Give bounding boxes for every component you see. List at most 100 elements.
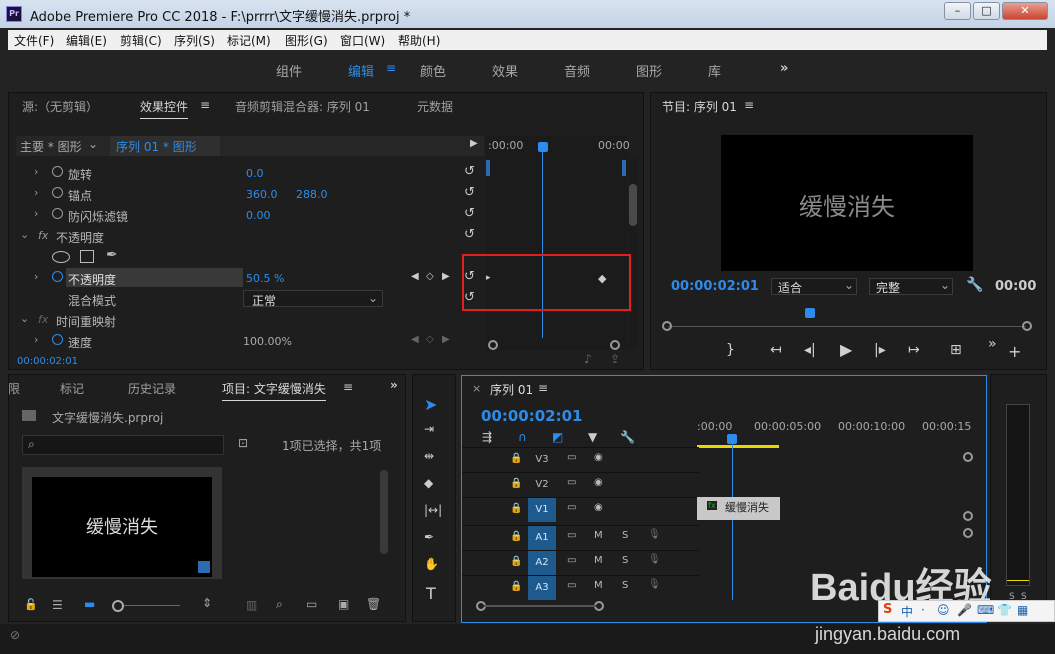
program-title[interactable]: 节目: 序列 01 bbox=[662, 98, 737, 118]
slip-tool-icon[interactable]: |↔| bbox=[424, 503, 442, 517]
seq-clip-label[interactable]: 序列 01 * 图形 bbox=[116, 138, 197, 155]
menu-help[interactable]: 帮助(H) bbox=[398, 32, 440, 49]
stopwatch-icon[interactable] bbox=[52, 187, 63, 198]
prop-value[interactable]: 0.00 bbox=[246, 209, 271, 222]
menu-window[interactable]: 窗口(W) bbox=[340, 32, 385, 49]
play-arrow-icon[interactable]: ▶ bbox=[470, 138, 478, 149]
scroll-handle-left[interactable] bbox=[488, 340, 498, 350]
prev-keyframe-icon[interactable]: ◀ bbox=[411, 334, 419, 345]
ime-logo-icon[interactable]: S bbox=[883, 602, 892, 617]
render-status-icon[interactable]: ⊘ bbox=[10, 628, 20, 642]
track-label[interactable]: A3 bbox=[528, 576, 556, 600]
v-scroll-handle[interactable] bbox=[963, 511, 973, 521]
eye-icon[interactable]: ◉ bbox=[594, 452, 603, 463]
close-tab-icon[interactable]: × bbox=[472, 382, 481, 395]
sequence-tab[interactable]: 序列 01 bbox=[490, 381, 533, 398]
ime-keyboard-icon[interactable]: ⌨ bbox=[977, 603, 994, 617]
chevron-down-icon[interactable]: ⌄ bbox=[88, 137, 98, 151]
menu-file[interactable]: 文件(F) bbox=[14, 32, 54, 49]
program-preview[interactable]: 缓慢消失 bbox=[721, 135, 973, 271]
stopwatch-icon[interactable] bbox=[52, 166, 63, 177]
workspace-effects[interactable]: 效果 bbox=[492, 61, 518, 80]
new-item-icon[interactable]: ▣ bbox=[338, 597, 349, 611]
export-icon[interactable]: ⇪ bbox=[610, 352, 620, 366]
stopwatch-icon[interactable] bbox=[52, 334, 63, 345]
mic-icon[interactable]: 🎙 bbox=[648, 554, 661, 565]
tab-project[interactable]: 项目: 文字缓慢消失 bbox=[222, 380, 326, 401]
panel-menu-icon[interactable]: ≡ bbox=[744, 98, 754, 112]
tab-audio-mixer[interactable]: 音频剪辑混合器: 序列 01 bbox=[235, 98, 370, 115]
mark-out-icon[interactable]: } bbox=[726, 342, 735, 358]
new-search-bin-icon[interactable]: ⊡ bbox=[238, 436, 248, 450]
workspace-color[interactable]: 颜色 bbox=[420, 61, 446, 80]
quality-select[interactable]: 完整 ⌄ bbox=[869, 278, 953, 295]
program-playhead[interactable] bbox=[805, 308, 815, 318]
solo-button[interactable]: S bbox=[622, 555, 628, 566]
workspace-graphics[interactable]: 图形 bbox=[636, 61, 662, 80]
selection-tool-icon[interactable]: ➤ bbox=[424, 395, 437, 414]
workspace-menu-icon[interactable]: ≡ bbox=[386, 61, 396, 75]
sort-icon[interactable]: ⇕ bbox=[202, 596, 212, 610]
solo-button[interactable]: S bbox=[622, 530, 628, 541]
solo-button[interactable]: S bbox=[622, 580, 628, 591]
blend-mode-select[interactable]: 正常 ⌄ bbox=[243, 290, 383, 308]
rectangle-mask-icon[interactable] bbox=[80, 250, 94, 263]
icon-view-icon[interactable]: ▬ bbox=[84, 597, 95, 611]
track-label[interactable]: A1 bbox=[528, 526, 556, 550]
chevron-down-icon[interactable]: ⌄ bbox=[20, 312, 29, 325]
tab-effect-controls[interactable]: 效果控件 bbox=[140, 98, 189, 119]
track-label[interactable]: V3 bbox=[528, 448, 556, 472]
workspace-more-icon[interactable]: » bbox=[780, 61, 788, 76]
ime-tools-icon[interactable]: ▦ bbox=[1017, 603, 1028, 617]
fx-icon[interactable]: fx bbox=[38, 229, 48, 242]
track-label[interactable]: V2 bbox=[528, 473, 556, 497]
master-clip-label[interactable]: 主要 * 图形 bbox=[20, 138, 82, 155]
automate-icon[interactable]: ▥ bbox=[246, 598, 257, 612]
mute-button[interactable]: M bbox=[594, 580, 603, 591]
ripple-edit-tool-icon[interactable]: ⇹ bbox=[424, 449, 434, 463]
panel-menu-icon[interactable]: ≡ bbox=[343, 380, 353, 394]
lock-icon[interactable]: 🔒 bbox=[510, 503, 522, 514]
timeline-playhead[interactable] bbox=[727, 434, 737, 444]
lift-icon[interactable]: ⊞ bbox=[950, 342, 962, 358]
next-keyframe-icon[interactable]: ▶ bbox=[442, 334, 450, 345]
add-button-icon[interactable]: + bbox=[1008, 342, 1021, 361]
mic-icon[interactable]: 🎙 bbox=[648, 579, 661, 590]
add-keyframe-icon[interactable]: ◇ bbox=[426, 271, 434, 282]
stopwatch-active-icon[interactable] bbox=[52, 271, 63, 282]
prop-value[interactable]: 50.5 % bbox=[246, 272, 284, 285]
scroll-thumb[interactable] bbox=[629, 184, 637, 226]
toggle-sync-icon[interactable]: ▭ bbox=[567, 530, 576, 541]
program-timecode[interactable]: 00:00:02:01 bbox=[671, 279, 759, 294]
track-label[interactable]: V1 bbox=[528, 498, 556, 522]
add-keyframe-icon[interactable]: ◇ bbox=[426, 334, 434, 345]
prev-keyframe-icon[interactable]: ◀ bbox=[411, 271, 419, 282]
go-to-in-icon[interactable]: ↤ bbox=[770, 342, 782, 358]
step-forward-icon[interactable]: |▸ bbox=[874, 342, 886, 358]
reset-icon[interactable]: ↺ bbox=[464, 206, 475, 221]
type-tool-icon[interactable]: T bbox=[426, 584, 436, 603]
chevron-right-icon[interactable]: › bbox=[34, 165, 38, 178]
zoom-slider-handle[interactable] bbox=[112, 600, 124, 612]
fit-select[interactable]: 适合 ⌄ bbox=[771, 278, 857, 295]
toggle-sync-icon[interactable]: ▭ bbox=[567, 502, 576, 513]
timeline-clip[interactable]: fx 缓慢消失 bbox=[697, 497, 780, 520]
scroll-handle-left[interactable] bbox=[662, 321, 672, 331]
project-thumb-frame[interactable]: 缓慢消失 bbox=[22, 467, 222, 579]
h-scroll-track[interactable] bbox=[484, 605, 596, 607]
menu-graphics[interactable]: 图形(G) bbox=[285, 32, 328, 49]
step-back-icon[interactable]: ◂| bbox=[804, 342, 816, 358]
zoom-slider-track[interactable] bbox=[124, 605, 180, 606]
lock-icon[interactable]: 🔒 bbox=[510, 556, 522, 567]
pen-tool-icon[interactable]: ✒ bbox=[424, 530, 434, 544]
play-icon[interactable]: ▶ bbox=[840, 340, 852, 359]
find-icon[interactable]: ⌕ bbox=[276, 597, 283, 612]
mic-icon[interactable]: 🎙 bbox=[648, 529, 661, 540]
hand-tool-icon[interactable]: ✋ bbox=[424, 557, 439, 571]
workspace-audio[interactable]: 音频 bbox=[564, 61, 590, 80]
lock-icon[interactable]: 🔓 bbox=[24, 598, 38, 611]
reset-icon[interactable]: ↺ bbox=[464, 227, 475, 242]
ime-skin-icon[interactable]: 👕 bbox=[997, 603, 1012, 617]
more-controls-icon[interactable]: » bbox=[988, 336, 997, 352]
fx-icon[interactable]: fx bbox=[38, 313, 48, 326]
